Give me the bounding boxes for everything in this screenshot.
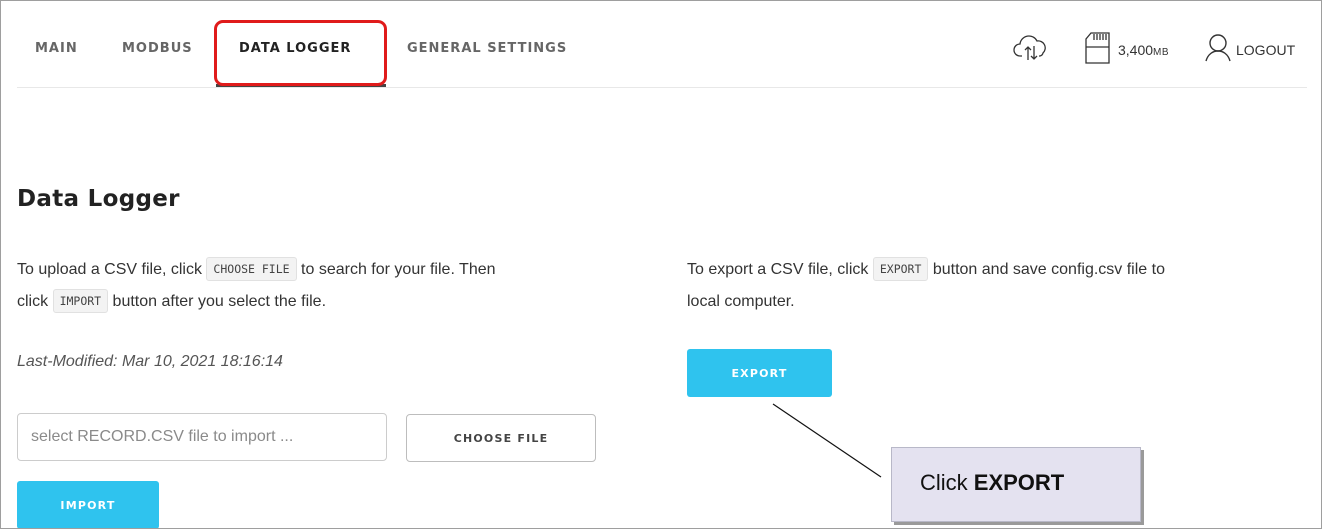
app-frame: MAIN MODBUS DATA LOGGER GENERAL SETTINGS… [0, 0, 1322, 529]
callout-annotation: Click EXPORT [891, 447, 1141, 522]
callout-bold: EXPORT [973, 470, 1065, 495]
callout-prefix: Click [920, 470, 974, 495]
